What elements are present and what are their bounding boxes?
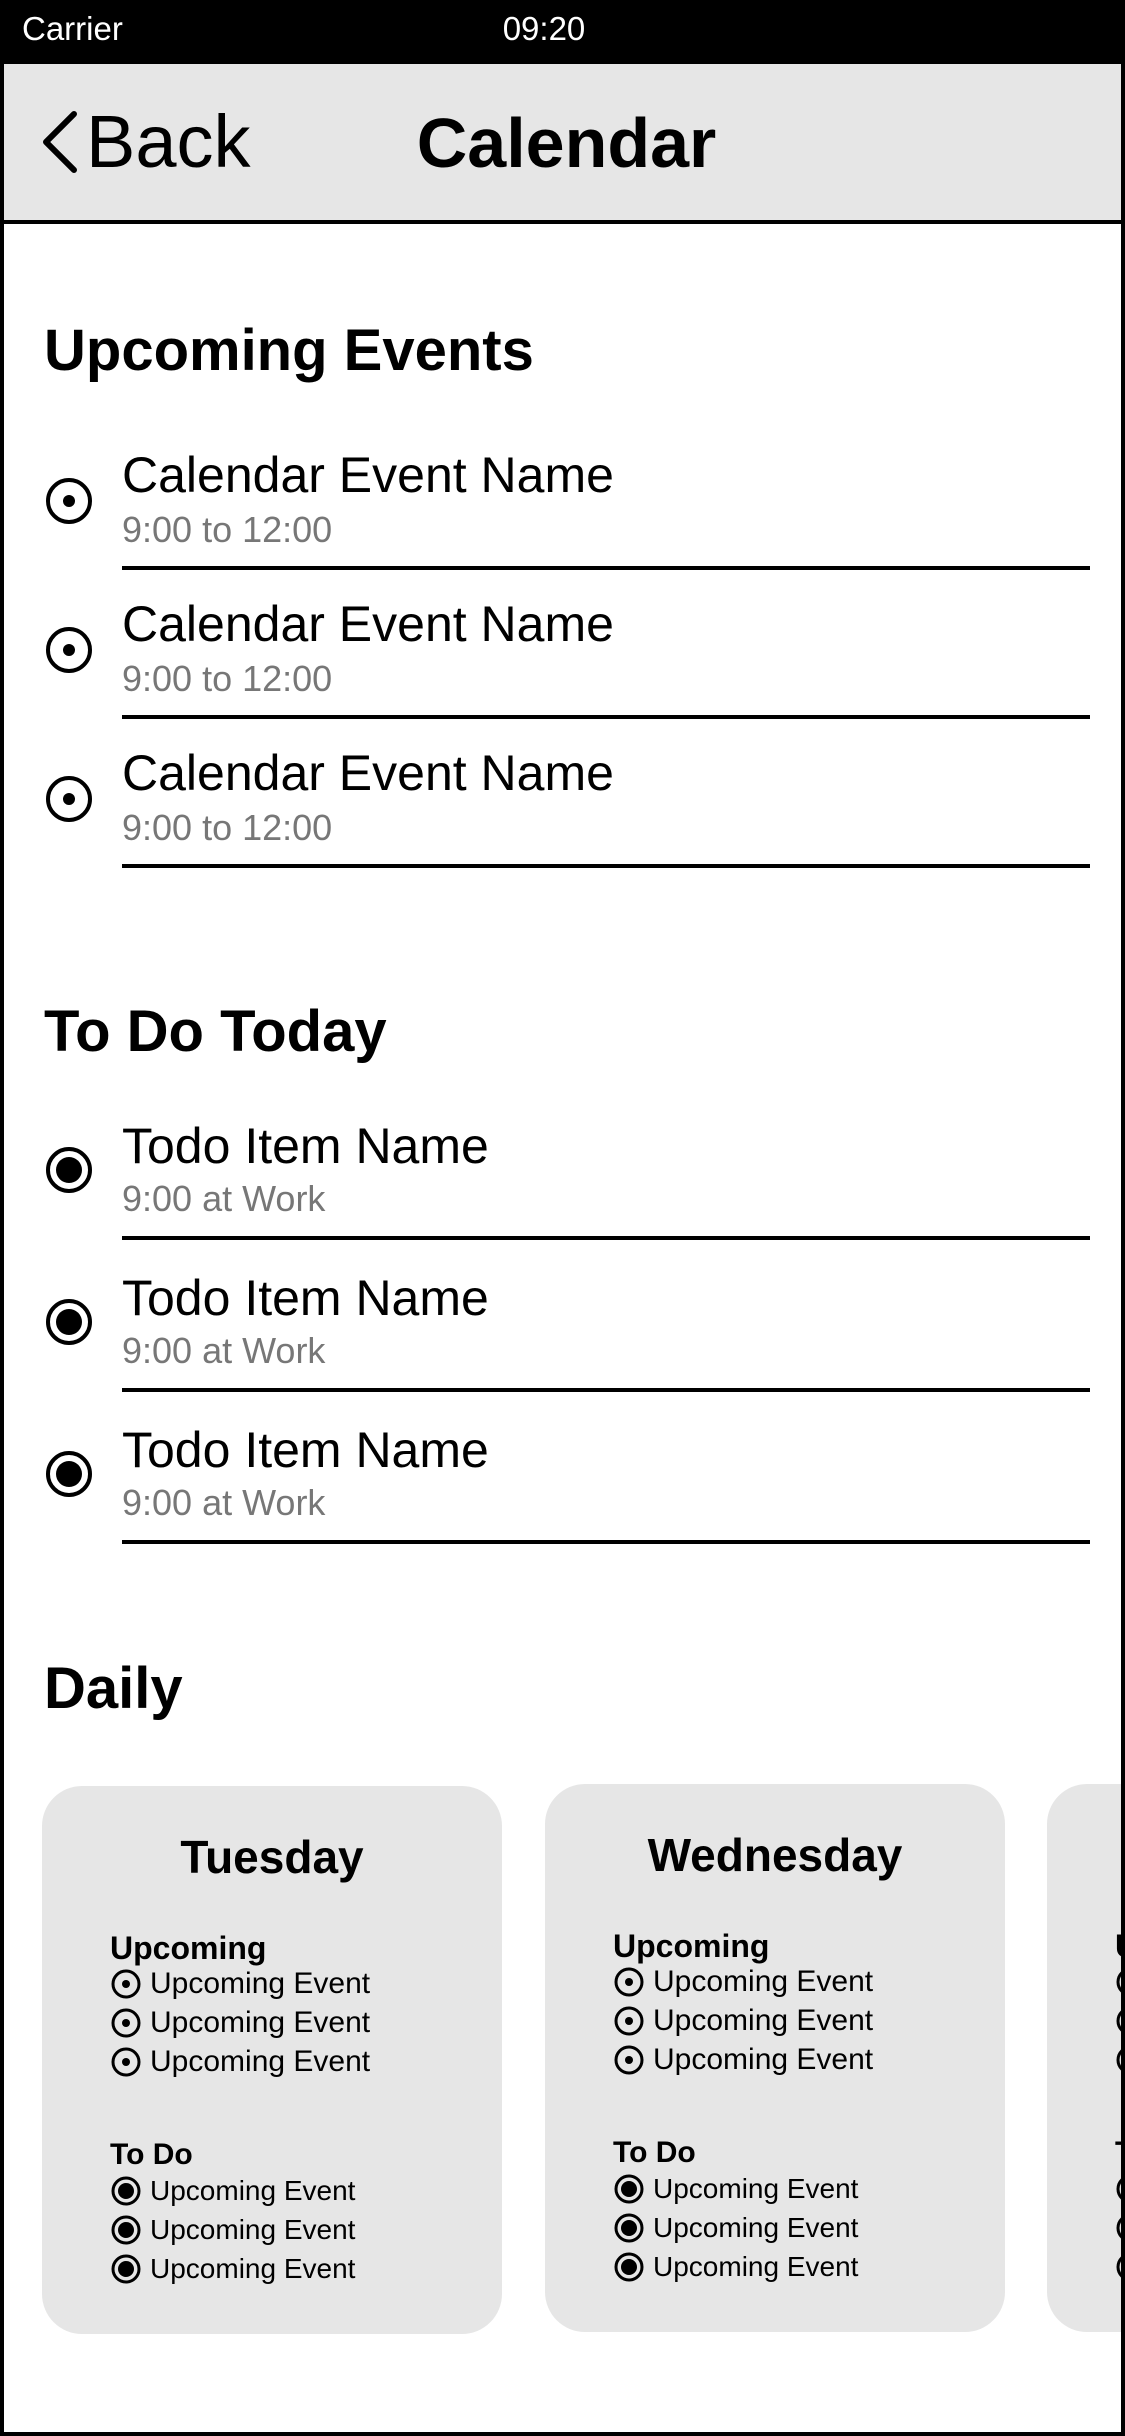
todo-detail: 9:00 at Work: [122, 1482, 326, 1523]
card-item-label: Upcoming Event: [150, 1967, 371, 2000]
card-todo-heading: To Do: [110, 2138, 193, 2171]
row-divider: [122, 1236, 1090, 1240]
card-todo-heading: T: [1115, 2138, 1121, 2168]
event-time: 9:00 to 12:00: [122, 807, 333, 848]
card-todo-item: [1115, 2210, 1121, 2246]
todo-name: Todo Item Name: [122, 1422, 489, 1478]
todo-name: Todo Item Name: [122, 1270, 489, 1326]
card-todo-item: Upcoming Event: [613, 2171, 858, 2207]
upcoming-events-heading: Upcoming Events: [44, 318, 534, 383]
row-divider: [122, 1388, 1090, 1392]
card-todo-item: Upcoming Event: [613, 2210, 858, 2246]
card-upcoming-item: Upcoming Event: [110, 2044, 370, 2080]
navigation-bar: Back Calendar: [4, 64, 1121, 224]
filled-radio-icon: [614, 2174, 644, 2204]
card-item-label: Upcoming Event: [150, 2253, 356, 2284]
card-upcoming-item: Upcoming Event: [110, 1966, 370, 2002]
filled-radio-icon: [111, 2176, 141, 2206]
event-row[interactable]: Calendar Event Name 9:00 to 12:00: [4, 589, 1121, 739]
card-item-label: Upcoming Event: [653, 2173, 859, 2204]
event-row[interactable]: Calendar Event Name 9:00 to 12:00: [4, 440, 1121, 590]
card-upcoming-item: [1115, 1964, 1121, 2000]
card-upcoming-item: Upcoming Event: [613, 1964, 873, 2000]
target-radio-icon: [111, 2008, 141, 2038]
filled-radio-icon: [614, 2252, 644, 2282]
card-item-label: Upcoming Event: [653, 2212, 859, 2243]
card-item-label: Upcoming Event: [653, 2251, 859, 2282]
target-radio-icon: [46, 627, 92, 673]
event-name: Calendar Event Name: [122, 596, 614, 652]
target-radio-icon: [1116, 1971, 1121, 1993]
row-divider: [122, 1540, 1090, 1544]
event-row[interactable]: Calendar Event Name 9:00 to 12:00: [4, 738, 1121, 888]
card-todo-item: [1115, 2171, 1121, 2207]
todo-today-heading: To Do Today: [44, 999, 387, 1064]
row-divider: [122, 566, 1090, 570]
event-time: 9:00 to 12:00: [122, 509, 333, 550]
filled-radio-icon: [46, 1147, 92, 1193]
card-upcoming-item: Upcoming Event: [613, 2042, 873, 2078]
card-todo-item: Upcoming Event: [613, 2249, 858, 2285]
row-divider: [122, 864, 1090, 868]
page-title: Calendar: [416, 104, 717, 182]
row-divider: [122, 715, 1090, 719]
day-card-next[interactable]: U T: [1047, 1784, 1121, 2332]
filled-radio-icon: [614, 2213, 644, 2243]
card-upcoming-item: [1115, 2003, 1121, 2039]
daily-heading: Daily: [44, 1656, 183, 1721]
filled-radio-icon: [1116, 2178, 1121, 2200]
target-radio-icon: [614, 2006, 644, 2036]
target-radio-icon: [111, 2047, 141, 2077]
card-todo-item: Upcoming Event: [110, 2212, 355, 2248]
event-time: 9:00 to 12:00: [122, 658, 333, 699]
todo-detail: 9:00 at Work: [122, 1178, 326, 1219]
card-day-label: Tuesday: [180, 1831, 364, 1883]
filled-radio-icon: [46, 1299, 92, 1345]
card-upcoming-item: Upcoming Event: [110, 2005, 370, 2041]
target-radio-icon: [614, 1967, 644, 1997]
todo-row[interactable]: Todo Item Name 9:00 at Work: [4, 1421, 1121, 1571]
card-todo-item: [1115, 2249, 1121, 2285]
target-radio-icon: [111, 1969, 141, 1999]
card-upcoming-heading: Upcoming: [613, 1928, 770, 1964]
card-item-label: Upcoming Event: [653, 2043, 874, 2076]
target-radio-icon: [1116, 2010, 1121, 2032]
card-todo-item: Upcoming Event: [110, 2251, 355, 2287]
card-upcoming-item: Upcoming Event: [613, 2003, 873, 2039]
card-item-label: Upcoming Event: [653, 2004, 874, 2037]
todo-row[interactable]: Todo Item Name 9:00 at Work: [4, 1117, 1121, 1267]
filled-radio-icon: [111, 2215, 141, 2245]
filled-radio-icon: [1116, 2256, 1121, 2278]
card-item-label: Upcoming Event: [150, 2214, 356, 2245]
filled-radio-icon: [111, 2254, 141, 2284]
card-todo-heading: To Do: [613, 2136, 696, 2169]
card-item-label: Upcoming Event: [150, 2045, 371, 2078]
card-todo-item: Upcoming Event: [110, 2173, 355, 2209]
card-item-label: Upcoming Event: [150, 2175, 356, 2206]
filled-radio-icon: [46, 1451, 92, 1497]
event-name: Calendar Event Name: [122, 447, 614, 503]
todo-detail: 9:00 at Work: [122, 1330, 326, 1371]
todo-name: Todo Item Name: [122, 1118, 489, 1174]
day-card-tuesday[interactable]: Tuesday Upcoming Upcoming Event Upcoming…: [42, 1786, 502, 2334]
card-upcoming-heading: Upcoming: [110, 1930, 267, 1966]
card-upcoming-item: [1115, 2042, 1121, 2078]
target-radio-icon: [614, 2045, 644, 2075]
todo-row[interactable]: Todo Item Name 9:00 at Work: [4, 1269, 1121, 1419]
card-upcoming-heading: U: [1115, 1930, 1121, 1962]
card-item-label: Upcoming Event: [653, 1965, 874, 1998]
card-day-label: Wednesday: [647, 1829, 903, 1881]
event-name: Calendar Event Name: [122, 745, 614, 801]
target-radio-icon: [1116, 2049, 1121, 2071]
target-radio-icon: [46, 478, 92, 524]
phone-screen: Carrier 09:20 Back Calendar Upcoming Eve…: [0, 0, 1125, 2436]
filled-radio-icon: [1116, 2217, 1121, 2239]
card-item-label: Upcoming Event: [150, 2006, 371, 2039]
status-bar: Carrier 09:20: [4, 0, 1121, 64]
day-card-wednesday[interactable]: Wednesday Upcoming Upcoming Event Upcomi…: [545, 1784, 1005, 2332]
status-time: 09:20: [502, 10, 586, 47]
target-radio-icon: [46, 776, 92, 822]
